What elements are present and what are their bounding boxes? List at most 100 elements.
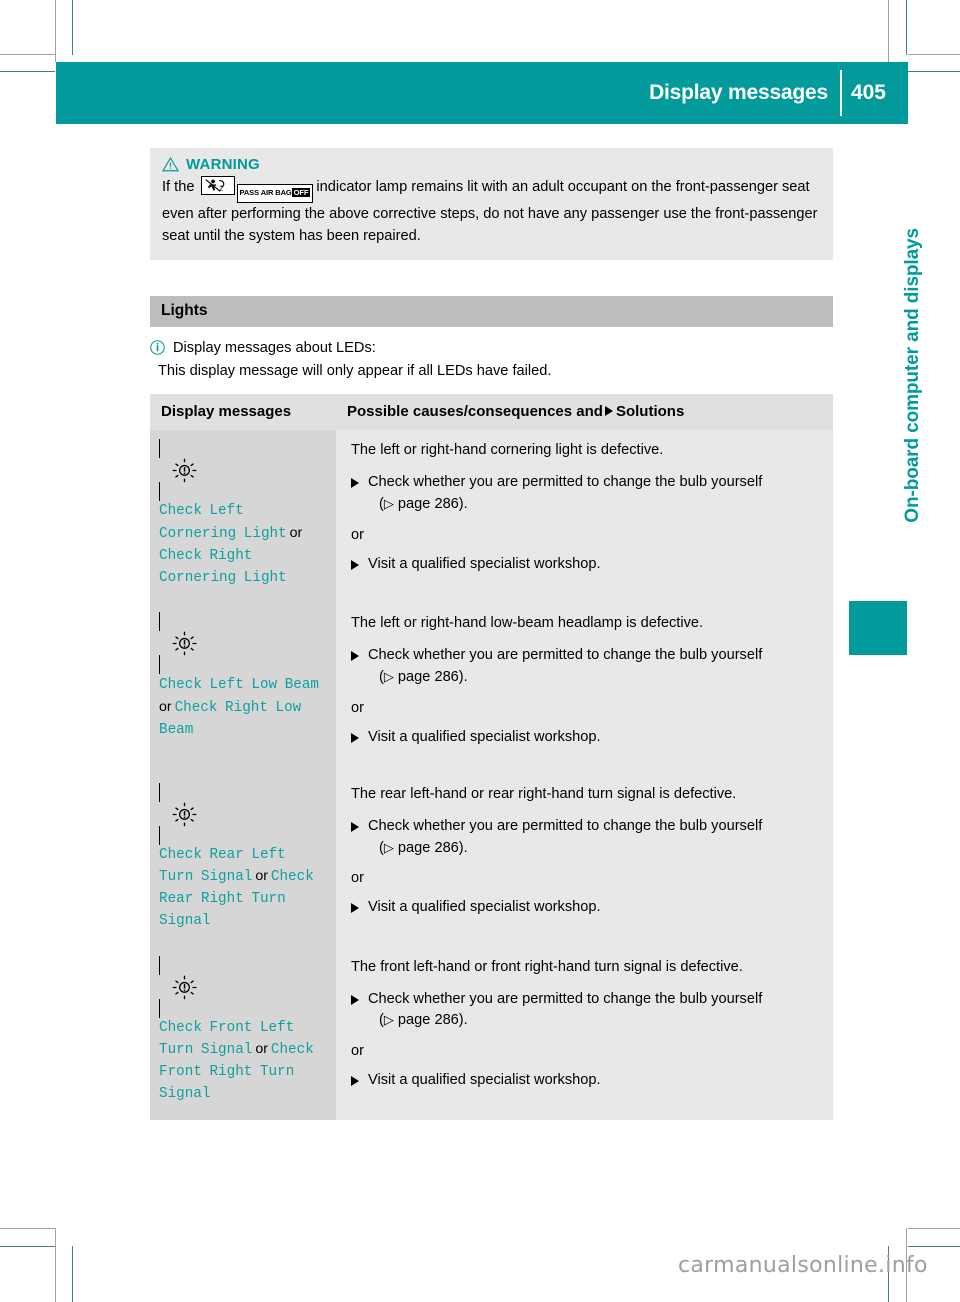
warning-box: WARNING If the 2 PASS AIR BAG OFF indicato… bbox=[150, 148, 833, 260]
crop-mark-bl-v1 bbox=[55, 1228, 56, 1302]
message-or-separator: or bbox=[159, 699, 175, 716]
solution-step: Visit a qualified specialist workshop. bbox=[351, 554, 819, 578]
bulb-fault-icon bbox=[159, 782, 327, 845]
bulb-fault-icon bbox=[159, 955, 327, 1018]
step-text: Visit a qualified specialist workshop. bbox=[368, 728, 601, 745]
crop-mark-tr-v1 bbox=[888, 0, 889, 62]
solution-step: Check whether you are permitted to chang… bbox=[351, 472, 819, 516]
cause-text: The left or right-hand low-beam headlamp… bbox=[351, 615, 704, 632]
page-reference: (▷ page 286). bbox=[379, 669, 468, 686]
solution-step: Check whether you are permitted to chang… bbox=[351, 989, 819, 1033]
cause-text: The front left-hand or front right-hand … bbox=[351, 958, 743, 975]
step-text: Check whether you are permitted to chang… bbox=[368, 647, 763, 664]
page-ref-arrow-icon: ▷ bbox=[383, 840, 394, 856]
table-cell-message: Check Left Low Beam or Check Right Low B… bbox=[150, 603, 336, 774]
cause-text: The rear left-hand or rear right-hand tu… bbox=[351, 785, 737, 802]
display-message: Check Rear Left Turn Signal or Check Rea… bbox=[159, 845, 327, 933]
solution-step: Check whether you are permitted to chang… bbox=[351, 645, 819, 689]
warning-text-before: If the bbox=[162, 179, 195, 195]
chapter-label: On-board computer and displays bbox=[902, 228, 923, 523]
step-triangle-icon bbox=[351, 727, 368, 751]
or-separator: or bbox=[351, 699, 364, 716]
crop-mark-tl-h1 bbox=[0, 54, 55, 55]
crop-mark-tr-h1 bbox=[908, 54, 960, 55]
crop-mark-tr-v2 bbox=[906, 0, 907, 55]
warning-header: WARNING bbox=[162, 156, 821, 173]
table-body: Check Left Cornering Light or Check Righ… bbox=[150, 430, 833, 1120]
solution-step: Visit a qualified specialist workshop. bbox=[351, 1070, 819, 1094]
crop-mark-br-h1 bbox=[908, 1228, 960, 1229]
page-ref-arrow-icon: ▷ bbox=[383, 670, 394, 686]
bulb-fault-icon bbox=[159, 439, 327, 502]
step-text: Visit a qualified specialist workshop. bbox=[368, 1072, 601, 1089]
step-triangle-icon bbox=[351, 645, 368, 689]
table-row: Check Left Cornering Light or Check Righ… bbox=[150, 430, 833, 604]
table-header-row: Display messages Possible causes/consequ… bbox=[150, 394, 833, 431]
cause-text: The left or right-hand cornering light i… bbox=[351, 442, 664, 459]
step-triangle-icon bbox=[351, 989, 368, 1033]
svg-text:2: 2 bbox=[219, 184, 223, 192]
crop-mark-bl-h2 bbox=[0, 1246, 55, 1247]
table-row: Check Left Low Beam or Check Right Low B… bbox=[150, 603, 833, 774]
table-cell-message: Check Front Left Turn Signal or Check Fr… bbox=[150, 946, 336, 1120]
table-row: Check Rear Left Turn Signal or Check Rea… bbox=[150, 773, 833, 947]
or-separator: or bbox=[351, 527, 364, 544]
crop-mark-bl-h1 bbox=[0, 1228, 55, 1229]
step-triangle-icon bbox=[351, 554, 368, 578]
step-triangle-icon bbox=[351, 472, 368, 516]
info-note-line1: Display messages about LEDs: bbox=[173, 339, 376, 356]
crop-mark-tl-h2 bbox=[0, 71, 55, 72]
step-text: Check whether you are permitted to chang… bbox=[368, 474, 763, 491]
crop-mark-tl-v2 bbox=[72, 0, 73, 55]
page-number: 405 bbox=[850, 81, 886, 104]
info-icon: ⓘ bbox=[150, 338, 166, 357]
page-reference: (▷ page 286). bbox=[379, 496, 468, 513]
chapter-thumb-tab bbox=[849, 601, 907, 655]
step-text: Check whether you are permitted to chang… bbox=[368, 817, 763, 834]
page-content: WARNING If the 2 PASS AIR BAG OFF indicato… bbox=[150, 148, 833, 1120]
message-or-separator: or bbox=[252, 868, 271, 885]
table-row: Check Front Left Turn Signal or Check Fr… bbox=[150, 946, 833, 1120]
crop-mark-br-h2 bbox=[908, 1246, 960, 1247]
message-or-separator: or bbox=[252, 1041, 271, 1058]
solution-step: Check whether you are permitted to chang… bbox=[351, 816, 819, 860]
page-header-bar: Display messages 405 bbox=[56, 62, 908, 124]
page-ref-arrow-icon: ▷ bbox=[383, 1013, 394, 1029]
warning-text: If the 2 PASS AIR BAG OFF indicator lamp r… bbox=[162, 176, 821, 248]
table-cell-cause-solution: The rear left-hand or rear right-hand tu… bbox=[336, 773, 833, 947]
page-ref-arrow-icon: ▷ bbox=[383, 497, 394, 513]
passenger-airbag-person-icon: 2 bbox=[200, 176, 235, 195]
display-message-text: Check Right Cornering Light bbox=[159, 547, 287, 586]
table-cell-message: Check Left Cornering Light or Check Righ… bbox=[150, 430, 336, 604]
display-message-text: Check Left Low Beam bbox=[159, 677, 320, 694]
step-triangle-icon bbox=[351, 897, 368, 921]
or-separator: or bbox=[351, 1043, 364, 1060]
header-divider bbox=[840, 70, 842, 116]
section-title: Lights bbox=[161, 301, 208, 319]
message-or-separator: or bbox=[286, 525, 303, 542]
page-reference: (▷ page 286). bbox=[379, 1012, 468, 1029]
display-message: Check Left Cornering Light or Check Righ… bbox=[159, 501, 327, 589]
solutions-triangle-icon bbox=[604, 406, 613, 417]
table-cell-cause-solution: The front left-hand or front right-hand … bbox=[336, 946, 833, 1120]
table-cell-message: Check Rear Left Turn Signal or Check Rea… bbox=[150, 773, 336, 947]
pass-air-bag-off-badge: PASS AIR BAG OFF bbox=[236, 184, 314, 203]
crop-mark-tr-h2 bbox=[908, 71, 960, 72]
display-message: Check Front Left Turn Signal or Check Fr… bbox=[159, 1018, 327, 1106]
step-text: Check whether you are permitted to chang… bbox=[368, 990, 763, 1007]
table-cell-cause-solution: The left or right-hand low-beam headlamp… bbox=[336, 603, 833, 774]
warning-triangle-icon bbox=[162, 157, 179, 172]
column-header-causes: Possible causes/consequences and Solution… bbox=[347, 403, 685, 421]
pass-air-bag-label: PASS AIR BAG bbox=[239, 188, 292, 197]
or-separator: or bbox=[351, 870, 364, 887]
info-note: ⓘ Display messages about LEDs: This disp… bbox=[150, 338, 833, 383]
solution-step: Visit a qualified specialist workshop. bbox=[351, 727, 819, 751]
display-message-text: Check Right Low Beam bbox=[159, 700, 302, 738]
step-text: Visit a qualified specialist workshop. bbox=[368, 556, 601, 572]
display-message-text: Check Left Cornering Light bbox=[159, 503, 287, 543]
bulb-fault-icon bbox=[159, 612, 327, 675]
solution-step: Visit a qualified specialist workshop. bbox=[351, 897, 819, 921]
step-triangle-icon bbox=[351, 816, 368, 860]
step-triangle-icon bbox=[351, 1070, 368, 1094]
step-text: Visit a qualified specialist workshop. bbox=[368, 899, 601, 916]
